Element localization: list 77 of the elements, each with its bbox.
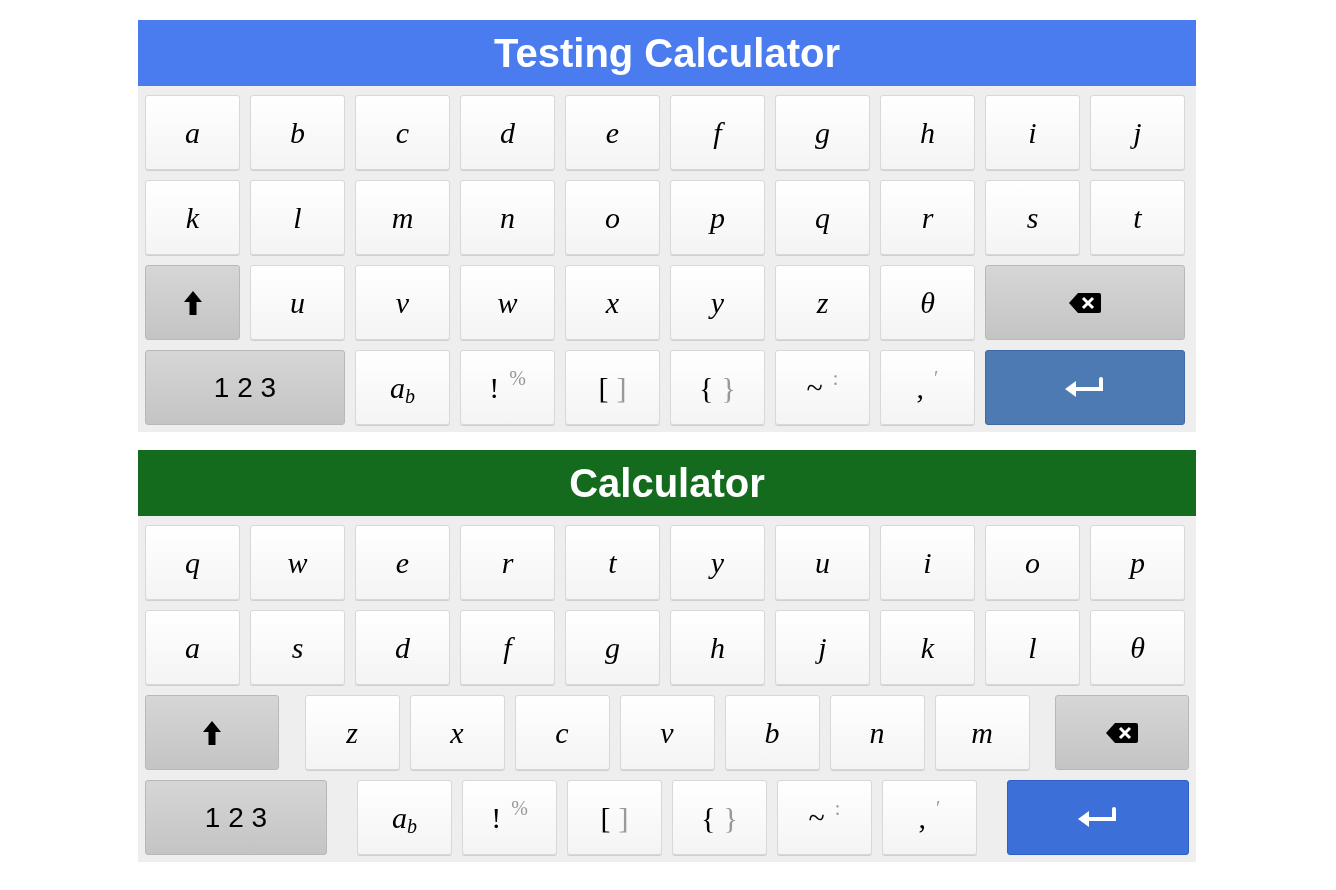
letter-key[interactable]: y — [670, 525, 765, 600]
bracket-key[interactable]: [ ] — [567, 780, 662, 855]
letter-key[interactable]: u — [250, 265, 345, 340]
letter-key[interactable]: j — [1090, 95, 1185, 170]
letter-key[interactable]: g — [775, 95, 870, 170]
letter-key[interactable]: x — [565, 265, 660, 340]
shift-icon — [202, 719, 222, 746]
letter-key[interactable]: t — [1090, 180, 1185, 255]
symbol-key[interactable]: , ′ — [882, 780, 977, 855]
letter-key[interactable]: n — [460, 180, 555, 255]
symbol-key[interactable]: , ′ — [880, 350, 975, 425]
letter-key[interactable]: l — [985, 610, 1080, 685]
letter-key[interactable]: z — [304, 695, 400, 770]
letter-key[interactable]: k — [880, 610, 975, 685]
letter-key[interactable]: s — [985, 180, 1080, 255]
letter-key[interactable]: a — [145, 95, 240, 170]
letter-key[interactable]: m — [934, 695, 1030, 770]
letter-key[interactable]: b — [250, 95, 345, 170]
letter-key[interactable]: c — [514, 695, 610, 770]
letter-key[interactable]: t — [565, 525, 660, 600]
letter-key[interactable]: θ — [1090, 610, 1185, 685]
backspace-icon — [1068, 291, 1102, 314]
symbol-key[interactable]: ! % — [462, 780, 557, 855]
letter-key[interactable]: d — [460, 95, 555, 170]
symbol-key[interactable]: ! % — [460, 350, 555, 425]
letter-key[interactable]: r — [880, 180, 975, 255]
letter-key[interactable]: d — [355, 610, 450, 685]
backspace-icon — [1105, 721, 1139, 744]
letter-key[interactable]: h — [880, 95, 975, 170]
letter-key[interactable]: i — [880, 525, 975, 600]
letter-key[interactable]: j — [775, 610, 870, 685]
letter-key[interactable]: g — [565, 610, 660, 685]
letter-key[interactable]: k — [145, 180, 240, 255]
letter-key[interactable]: v — [355, 265, 450, 340]
letter-key[interactable]: θ — [880, 265, 975, 340]
return-icon — [1077, 806, 1119, 829]
letter-key[interactable]: w — [250, 525, 345, 600]
letter-key[interactable]: u — [775, 525, 870, 600]
shift-icon — [182, 289, 203, 316]
letter-key[interactable]: a — [145, 610, 240, 685]
letter-key[interactable]: i — [985, 95, 1080, 170]
letter-key[interactable]: l — [250, 180, 345, 255]
letter-key[interactable]: q — [145, 525, 240, 600]
numbers-key[interactable]: 1 2 3 — [145, 350, 345, 425]
letter-key[interactable]: v — [619, 695, 715, 770]
backspace-key[interactable] — [985, 265, 1185, 340]
letter-key[interactable]: m — [355, 180, 450, 255]
letter-key[interactable]: y — [670, 265, 765, 340]
letter-key[interactable]: h — [670, 610, 765, 685]
letter-key[interactable]: w — [460, 265, 555, 340]
return-icon — [1064, 376, 1106, 399]
shift-key[interactable] — [145, 265, 240, 340]
bracket-key[interactable]: { } — [670, 350, 765, 425]
letter-key[interactable]: o — [565, 180, 660, 255]
letter-key[interactable]: f — [670, 95, 765, 170]
calculator-title: Calculator — [569, 460, 765, 507]
calculator-title: Testing Calculator — [494, 30, 840, 77]
letter-key[interactable]: z — [775, 265, 870, 340]
letter-key[interactable]: o — [985, 525, 1080, 600]
letter-key[interactable]: e — [355, 525, 450, 600]
bracket-key[interactable]: [ ] — [565, 350, 660, 425]
letter-key[interactable]: r — [460, 525, 555, 600]
symbol-key[interactable]: ~ : — [777, 780, 872, 855]
letter-key[interactable]: f — [460, 610, 555, 685]
letter-key[interactable]: p — [670, 180, 765, 255]
numbers-key[interactable]: 1 2 3 — [145, 780, 327, 855]
bracket-key[interactable]: { } — [672, 780, 767, 855]
letter-key[interactable]: q — [775, 180, 870, 255]
letter-key[interactable]: c — [355, 95, 450, 170]
backspace-key[interactable] — [1055, 695, 1189, 770]
letter-key[interactable]: b — [724, 695, 820, 770]
letter-key[interactable]: x — [409, 695, 505, 770]
letter-key[interactable]: p — [1090, 525, 1185, 600]
letter-key[interactable]: e — [565, 95, 660, 170]
symbol-key[interactable]: ~ : — [775, 350, 870, 425]
letter-key[interactable]: n — [829, 695, 925, 770]
letter-key[interactable]: s — [250, 610, 345, 685]
